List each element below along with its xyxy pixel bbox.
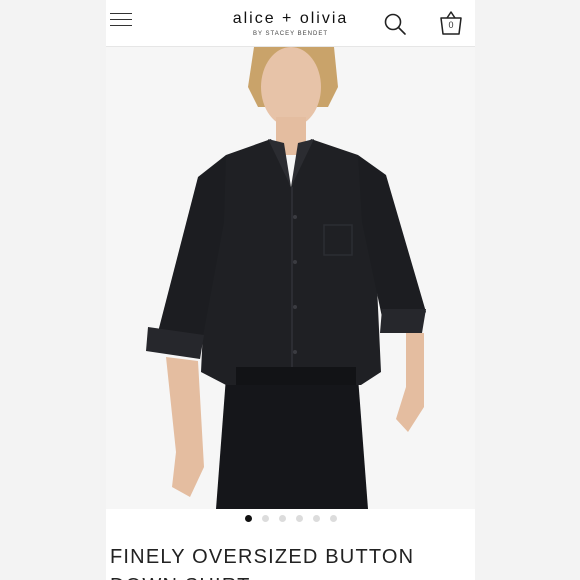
product-page: alice + olivia BY STACEY BENDET 0 FINELY… (106, 0, 475, 580)
carousel-dot[interactable] (329, 515, 337, 522)
carousel-dot[interactable] (244, 515, 252, 522)
carousel-dot[interactable] (261, 515, 269, 522)
shopping-bag-icon[interactable]: 0 (439, 10, 463, 36)
carousel-dots (106, 515, 475, 522)
brand-logo[interactable]: alice + olivia BY STACEY BENDET (106, 10, 475, 37)
carousel-dot[interactable] (295, 515, 303, 522)
search-icon[interactable] (383, 12, 407, 36)
brand-tagline: BY STACEY BENDET (252, 31, 329, 37)
carousel-dot[interactable] (278, 515, 286, 522)
brand-name: alice + olivia (232, 10, 349, 27)
bag-count: 0 (448, 20, 454, 30)
product-title: FINELY OVERSIZED BUTTON DOWN SHIRT (110, 546, 415, 580)
carousel-dot[interactable] (312, 515, 320, 522)
site-header: alice + olivia BY STACEY BENDET 0 (106, 0, 475, 47)
model-photo (106, 47, 475, 509)
product-image[interactable] (106, 47, 475, 509)
